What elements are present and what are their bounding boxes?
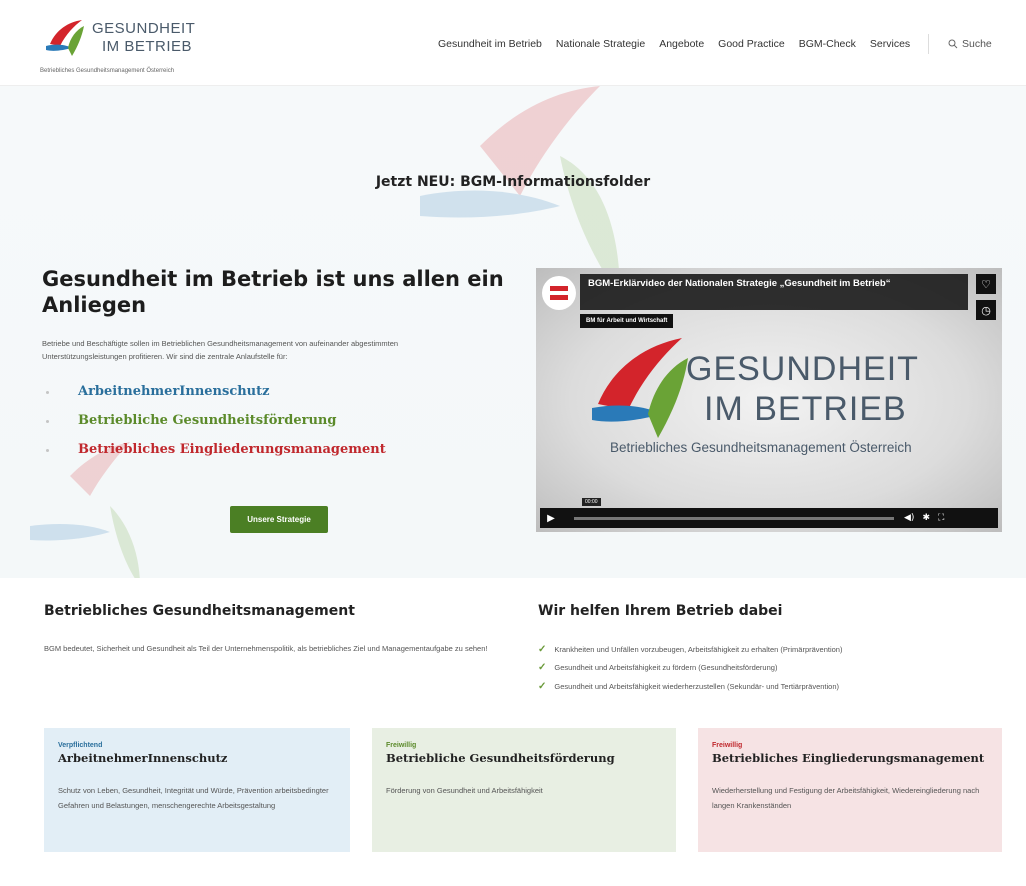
- pillar-arbeitnehmerinnenschutz[interactable]: ArbeitnehmerInnenschutz: [46, 383, 386, 412]
- bullet-icon: [46, 449, 49, 452]
- nav-item-nationale-strategie[interactable]: Nationale Strategie: [556, 38, 645, 50]
- logo-mark-icon: [46, 20, 84, 56]
- strategy-button[interactable]: Unsere Strategie: [230, 506, 328, 533]
- clock-icon[interactable]: ◷: [976, 300, 996, 320]
- list-item-text: Gesundheit und Arbeitsfähigkeit zu förde…: [554, 663, 778, 673]
- channel-avatar[interactable]: [542, 276, 576, 310]
- pillar-eingliederungsmanagement[interactable]: Betriebliches Eingliederungsmanagement: [46, 441, 386, 470]
- video-logo-subtitle: Betriebliches Gesundheitsmanagement Öste…: [610, 440, 912, 455]
- logo-title-line2: IM BETRIEB: [102, 38, 193, 55]
- hero-title: Gesundheit im Betrieb ist uns allen ein …: [42, 267, 504, 317]
- pillar-label: Betriebliche Gesundheitsförderung: [78, 413, 337, 428]
- nav-item-angebote[interactable]: Angebote: [659, 38, 704, 50]
- card-title: ArbeitnehmerInnenschutz: [58, 751, 228, 765]
- checkmark-icon: ✓: [538, 643, 547, 655]
- bullet-icon: [46, 420, 49, 423]
- video-logo-line2: IM BETRIEB: [704, 390, 907, 428]
- video-player[interactable]: BGM-Erklärvideo der Nationalen Strategie…: [536, 268, 1002, 532]
- site-header: GESUNDHEIT IM BETRIEB Betriebliches Gesu…: [0, 0, 1026, 86]
- card-title: Betriebliche Gesundheitsförderung: [386, 751, 615, 765]
- bgm-section-title: Betriebliches Gesundheitsmanagement: [44, 603, 355, 619]
- checkmark-icon: ✓: [538, 662, 547, 674]
- pillar-label: Betriebliches Eingliederungsmanagement: [78, 442, 386, 457]
- help-section-title: Wir helfen Ihrem Betrieb dabei: [538, 603, 783, 619]
- card-kicker: Verpflichtend: [58, 742, 103, 749]
- heart-icon[interactable]: ♡: [976, 274, 996, 294]
- hero-intro-text: Betriebe und Beschäftigte sollen im Betr…: [42, 339, 399, 361]
- list-item: ✓ Krankheiten und Unfällen vorzubeugen, …: [538, 640, 842, 659]
- nav-item-services[interactable]: Services: [870, 38, 910, 50]
- card-text: Wiederherstellung und Festigung der Arbe…: [712, 786, 980, 810]
- checkmark-icon: ✓: [538, 680, 547, 692]
- video-controls: ▶ ◀) ✱ ⛶: [540, 508, 998, 528]
- pillar-list: ArbeitnehmerInnenschutz Betriebliche Ges…: [46, 383, 386, 470]
- video-title[interactable]: BGM-Erklärvideo der Nationalen Strategie…: [580, 274, 968, 310]
- card-kicker: Freiwillig: [712, 742, 743, 749]
- card-text: Förderung von Gesundheit und Arbeitsfähi…: [386, 786, 543, 795]
- pillar-gesundheitsfoerderung[interactable]: Betriebliche Gesundheitsförderung: [46, 412, 386, 441]
- card-title: Betriebliches Eingliederungsmanagement: [712, 751, 985, 765]
- card-text: Schutz von Leben, Gesundheit, Integrität…: [58, 786, 329, 810]
- list-item: ✓ Gesundheit und Arbeitsfähigkeit wieder…: [538, 677, 842, 696]
- card-kicker: Freiwillig: [386, 742, 417, 749]
- card-arbeitnehmerinnenschutz[interactable]: Verpflichtend ArbeitnehmerInnenschutz Sc…: [44, 728, 350, 852]
- video-progress-bar[interactable]: [574, 516, 894, 520]
- main-nav: Gesundheit im Betrieb Nationale Strategi…: [438, 38, 910, 50]
- announcement-link[interactable]: Jetzt NEU: BGM-Informationsfolder: [0, 174, 1026, 190]
- bullet-icon: [46, 391, 49, 394]
- settings-icon[interactable]: ✱: [922, 513, 930, 523]
- bgm-section-text: BGM bedeutet, Sicherheit und Gesundheit …: [44, 644, 488, 653]
- search-button[interactable]: Suche: [948, 38, 992, 50]
- nav-item-bgm-check[interactable]: BGM-Check: [799, 38, 856, 50]
- card-eingliederungsmanagement[interactable]: Freiwillig Betriebliches Eingliederungsm…: [698, 728, 1002, 852]
- video-channel-name[interactable]: BM für Arbeit und Wirtschaft: [580, 314, 674, 328]
- play-icon[interactable]: ▶: [540, 508, 562, 528]
- video-time: 00:00: [582, 498, 601, 506]
- list-item-text: Krankheiten und Unfällen vorzubeugen, Ar…: [554, 644, 843, 654]
- video-logo-line1: GESUNDHEIT: [686, 350, 919, 388]
- help-list: ✓ Krankheiten und Unfällen vorzubeugen, …: [538, 640, 842, 696]
- list-item-text: Gesundheit und Arbeitsfähigkeit wiederhe…: [554, 681, 840, 691]
- nav-divider: [928, 34, 929, 54]
- nav-item-gesundheit-im-betrieb[interactable]: Gesundheit im Betrieb: [438, 38, 542, 50]
- nav-item-good-practice[interactable]: Good Practice: [718, 38, 785, 50]
- logo-title-line1: GESUNDHEIT: [92, 20, 196, 37]
- search-icon: [948, 39, 958, 49]
- pillar-label: ArbeitnehmerInnenschutz: [78, 384, 270, 399]
- logo-subtitle: Betriebliches Gesundheitsmanagement Öste…: [40, 68, 175, 74]
- search-label: Suche: [962, 38, 992, 50]
- volume-icon[interactable]: ◀): [904, 513, 914, 523]
- list-item: ✓ Gesundheit und Arbeitsfähigkeit zu för…: [538, 659, 842, 678]
- site-logo[interactable]: GESUNDHEIT IM BETRIEB Betriebliches Gesu…: [40, 16, 240, 78]
- fullscreen-icon[interactable]: ⛶: [938, 513, 944, 523]
- card-gesundheitsfoerderung[interactable]: Freiwillig Betriebliche Gesundheitsförde…: [372, 728, 676, 852]
